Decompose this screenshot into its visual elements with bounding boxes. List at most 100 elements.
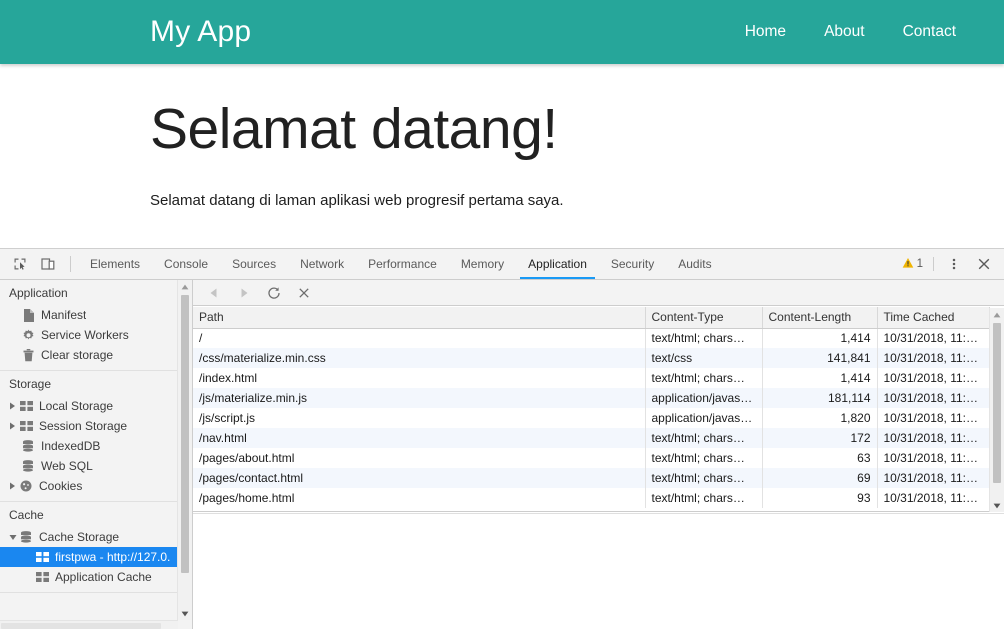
table-header: Path Content-Type Content-Length Time Ca… — [193, 307, 990, 329]
inspect-element-icon[interactable] — [6, 257, 34, 271]
sidebar-item-cache-storage[interactable]: Cache Storage — [0, 527, 178, 547]
cache-panel-toolbar — [193, 280, 1004, 306]
sidebar-item-firstpwa-cache[interactable]: firstpwa - http://127.0. — [0, 547, 178, 567]
nav-link-home[interactable]: Home — [739, 19, 792, 45]
devtools-left-icons — [0, 249, 78, 279]
table-row[interactable]: /js/materialize.min.js application/javas… — [193, 388, 990, 408]
refresh-button[interactable] — [263, 283, 285, 303]
page-content: Selamat datang! Selamat datang di laman … — [0, 97, 1004, 209]
scroll-down-arrow-icon[interactable] — [990, 499, 1004, 512]
cell-time-cached: 10/31/2018, 11:3… — [877, 488, 990, 508]
sidebar-item-clear-storage[interactable]: Clear storage — [0, 345, 178, 365]
toolbar-separator — [70, 256, 71, 272]
sidebar-item-session-storage[interactable]: Session Storage — [0, 416, 178, 436]
table-row[interactable]: /css/materialize.min.css text/css 141,84… — [193, 348, 990, 368]
cell-content-length: 1,820 — [762, 408, 878, 428]
column-header-time-cached[interactable]: Time Cached — [877, 307, 990, 329]
cell-path: /pages/about.html — [193, 448, 646, 468]
cell-content-type: application/javas… — [645, 388, 763, 408]
cell-content-length: 141,841 — [762, 348, 878, 368]
sidebar-item-label: Session Storage — [39, 419, 128, 433]
sidebar-section-cache: Cache — [9, 508, 44, 522]
delete-entry-button[interactable] — [293, 283, 315, 303]
scroll-down-arrow-icon[interactable] — [178, 607, 192, 620]
cell-path: /nav.html — [193, 428, 646, 448]
tab-performance[interactable]: Performance — [356, 249, 449, 279]
sidebar-item-application-cache[interactable]: Application Cache — [0, 567, 178, 587]
cell-path: /index.html — [193, 368, 646, 388]
scroll-up-arrow-icon[interactable] — [990, 308, 1004, 321]
sidebar-hscroll-thumb[interactable] — [1, 623, 161, 629]
device-toolbar-icon[interactable] — [34, 257, 62, 271]
tab-network[interactable]: Network — [288, 249, 356, 279]
trash-icon — [20, 348, 36, 362]
more-options-icon[interactable] — [940, 257, 968, 271]
site-brand[interactable]: My App — [150, 15, 251, 49]
tab-application[interactable]: Application — [516, 249, 599, 279]
table-row[interactable]: /pages/contact.html text/html; chars… 69… — [193, 468, 990, 488]
cell-content-type: text/html; chars… — [645, 428, 763, 448]
sidebar-item-label: firstpwa - http://127.0. — [55, 550, 171, 564]
scroll-up-arrow-icon[interactable] — [178, 280, 192, 293]
cell-time-cached: 10/31/2018, 11:3… — [877, 428, 990, 448]
table-row[interactable]: / text/html; chars… 1,414 10/31/2018, 11… — [193, 328, 990, 348]
nav-link-about[interactable]: About — [818, 19, 871, 45]
warning-badge[interactable]: 1 — [898, 257, 927, 272]
tab-security[interactable]: Security — [599, 249, 666, 279]
chevron-right-icon[interactable] — [7, 422, 18, 430]
table-row[interactable]: /js/script.js application/javas… 1,820 1… — [193, 408, 990, 428]
sidebar-tree: Application Manifest Service Workers Cle… — [0, 280, 178, 620]
sidebar-group-cache: Cache Cache Storage firstpwa - http://12… — [0, 502, 178, 593]
sidebar-item-cookies[interactable]: Cookies — [0, 476, 178, 496]
sidebar-item-label: Application Cache — [55, 570, 152, 584]
cell-content-length: 63 — [762, 448, 878, 468]
sidebar-item-local-storage[interactable]: Local Storage — [0, 396, 178, 416]
tab-memory[interactable]: Memory — [449, 249, 516, 279]
table-icon — [18, 419, 34, 433]
tab-audits[interactable]: Audits — [666, 249, 723, 279]
site-nav-links: Home About Contact — [739, 19, 962, 45]
table-scroll-thumb[interactable] — [993, 323, 1001, 483]
cell-content-type: text/html; chars… — [645, 368, 763, 388]
chevron-right-icon[interactable] — [7, 402, 18, 410]
tab-elements[interactable]: Elements — [78, 249, 152, 279]
column-header-path[interactable]: Path — [193, 307, 646, 329]
cell-content-length: 1,414 — [762, 368, 878, 388]
cell-path: /js/materialize.min.js — [193, 388, 646, 408]
tab-console[interactable]: Console — [152, 249, 220, 279]
column-header-content-length[interactable]: Content-Length — [762, 307, 878, 329]
table-vertical-scrollbar[interactable] — [989, 308, 1004, 512]
table-row[interactable]: /nav.html text/html; chars… 172 10/31/20… — [193, 428, 990, 448]
sidebar-item-web-sql[interactable]: Web SQL — [0, 456, 178, 476]
sidebar-item-label: Cookies — [39, 479, 83, 493]
table-row[interactable]: /index.html text/html; chars… 1,414 10/3… — [193, 368, 990, 388]
close-devtools-icon[interactable] — [970, 257, 998, 271]
sidebar-vertical-scrollbar[interactable] — [177, 280, 192, 620]
sidebar-item-service-workers[interactable]: Service Workers — [0, 325, 178, 345]
tab-sources[interactable]: Sources — [220, 249, 288, 279]
sidebar-horizontal-scrollbar[interactable] — [0, 620, 178, 629]
sidebar-item-indexeddb[interactable]: IndexedDB — [0, 436, 178, 456]
page-paragraph: Selamat datang di laman aplikasi web pro… — [150, 191, 564, 209]
cell-time-cached: 10/31/2018, 11:3… — [877, 348, 990, 368]
column-header-content-type[interactable]: Content-Type — [645, 307, 763, 329]
sidebar-group-storage: Storage Local Storage Session Storage In… — [0, 371, 178, 502]
chevron-down-icon[interactable] — [7, 534, 18, 541]
table-row[interactable]: /pages/home.html text/html; chars… 93 10… — [193, 488, 990, 508]
forward-button[interactable] — [233, 283, 255, 303]
cell-content-type: text/html; chars… — [645, 488, 763, 508]
cell-path: /js/script.js — [193, 408, 646, 428]
sidebar-item-manifest[interactable]: Manifest — [0, 305, 178, 325]
cache-entry-preview-pane — [193, 513, 1004, 629]
sidebar-scroll-thumb[interactable] — [181, 295, 189, 573]
table-row[interactable]: /pages/about.html text/html; chars… 63 1… — [193, 448, 990, 468]
table-icon — [34, 570, 50, 584]
chevron-right-icon[interactable] — [7, 482, 18, 490]
web-page-viewport: My App Home About Contact Selamat datang… — [0, 0, 1004, 248]
page-title: Selamat datang! — [150, 97, 558, 161]
devtools-sidebar: Application Manifest Service Workers Cle… — [0, 280, 193, 629]
sidebar-item-label: Cache Storage — [39, 530, 120, 544]
nav-link-contact[interactable]: Contact — [897, 19, 962, 45]
back-button[interactable] — [203, 283, 225, 303]
warning-count: 1 — [916, 258, 923, 270]
